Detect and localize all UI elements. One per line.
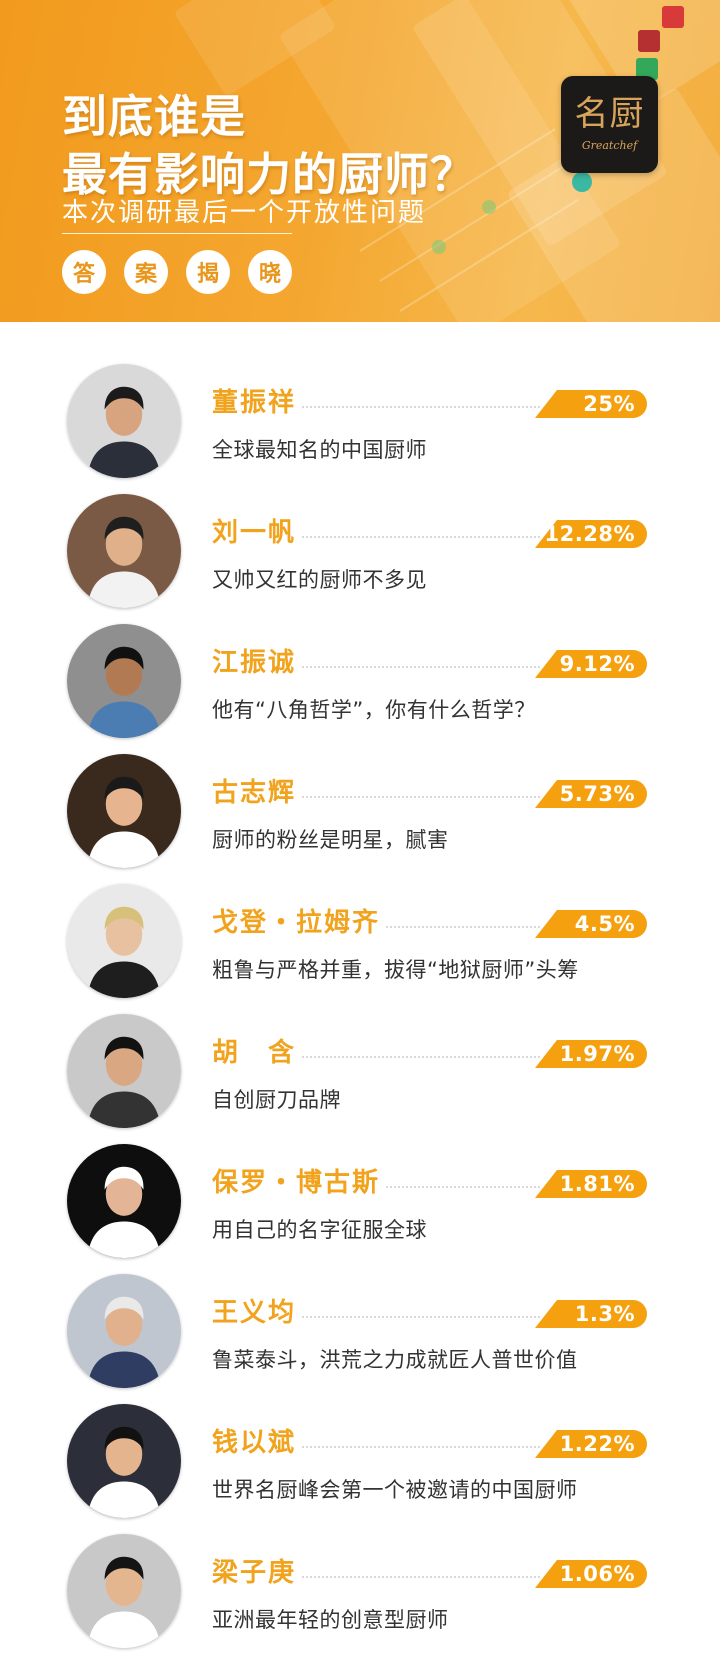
chef-row: 胡 含 1.97% 自创厨刀品牌 <box>0 972 720 1128</box>
vote-percent-badge: 9.12% <box>535 650 647 678</box>
vote-percent-badge: 1.97% <box>535 1040 647 1068</box>
chef-row: 王义均 1.3% 鲁菜泰斗，洪荒之力成就匠人普世价值 <box>0 1232 720 1388</box>
subtitle-divider <box>62 233 292 234</box>
vote-percent-badge: 12.28% <box>535 520 647 548</box>
chef-row: 钱以斌 1.22% 世界名厨峰会第一个被邀请的中国厨师 <box>0 1362 720 1518</box>
answer-chip: 案 <box>124 250 168 294</box>
chef-name: 胡 含 <box>212 1032 303 1069</box>
dotted-leader <box>290 406 540 408</box>
vote-percent-badge: 1.3% <box>535 1300 647 1328</box>
vote-percent-badge: 1.81% <box>535 1170 647 1198</box>
chef-row: 戈登・拉姆齐 4.5% 粗鲁与严格并重，拔得“地狱厨师”头筹 <box>0 842 720 998</box>
banner-decoration <box>638 30 660 52</box>
page-title-line1: 到底谁是 <box>62 90 247 143</box>
chef-name: 刘一帆 <box>212 512 303 549</box>
dotted-leader <box>290 666 540 668</box>
chef-row: 保罗・博古斯 1.81% 用自己的名字征服全球 <box>0 1102 720 1258</box>
answer-chip: 晓 <box>248 250 292 294</box>
header-banner: 到底谁是 最有影响力的厨师？ 本次调研最后一个开放性问题 答 案 揭 晓 名厨 … <box>0 0 720 322</box>
answer-chip: 答 <box>62 250 106 294</box>
chef-ranking-list: 董振祥 25% 全球最知名的中国厨师 刘一帆 12.28% 又帅又红的厨师不多见 江振诚 9.… <box>0 322 720 1648</box>
vote-percent-badge: 25% <box>535 390 647 418</box>
vote-percent-badge: 5.73% <box>535 780 647 808</box>
chef-row: 梁子庚 1.06% 亚洲最年轻的创意型厨师 <box>0 1492 720 1648</box>
banner-decoration <box>572 172 592 192</box>
dotted-leader <box>290 1056 540 1058</box>
chef-row: 刘一帆 12.28% 又帅又红的厨师不多见 <box>0 452 720 608</box>
dotted-leader <box>290 1316 540 1318</box>
chef-name: 钱以斌 <box>212 1422 303 1459</box>
chef-row: 董振祥 25% 全球最知名的中国厨师 <box>0 322 720 478</box>
vote-percent-badge: 1.06% <box>535 1560 647 1588</box>
chef-row: 江振诚 9.12% 他有“八角哲学”，你有什么哲学？ <box>0 582 720 738</box>
dotted-leader <box>290 1446 540 1448</box>
chef-name: 戈登・拉姆齐 <box>212 902 387 939</box>
answer-reveal-chips: 答 案 揭 晓 <box>62 250 292 294</box>
page-subtitle: 本次调研最后一个开放性问题 <box>62 198 427 228</box>
vote-percent-badge: 1.22% <box>535 1430 647 1458</box>
chef-name: 董振祥 <box>212 382 303 419</box>
banner-decoration <box>432 240 446 254</box>
chef-name: 梁子庚 <box>212 1552 303 1589</box>
logo-en-text: Greatchef <box>581 139 638 152</box>
chef-description: 亚洲最年轻的创意型厨师 <box>212 1608 449 1632</box>
vote-percent-badge: 4.5% <box>535 910 647 938</box>
greatchef-logo: 名厨 Greatchef <box>561 76 658 173</box>
chef-avatar-icon <box>67 1534 181 1648</box>
chef-name: 王义均 <box>212 1292 303 1329</box>
chef-name: 古志辉 <box>212 772 303 809</box>
chef-name: 江振诚 <box>212 642 303 679</box>
chef-row: 古志辉 5.73% 厨师的粉丝是明星，腻害 <box>0 712 720 868</box>
logo-cn-text: 名厨 <box>574 94 645 134</box>
banner-decoration <box>662 6 684 28</box>
chef-name: 保罗・博古斯 <box>212 1162 387 1199</box>
banner-decoration <box>482 200 496 214</box>
answer-chip: 揭 <box>186 250 230 294</box>
dotted-leader <box>290 796 540 798</box>
dotted-leader <box>290 1576 540 1578</box>
dotted-leader <box>290 536 540 538</box>
